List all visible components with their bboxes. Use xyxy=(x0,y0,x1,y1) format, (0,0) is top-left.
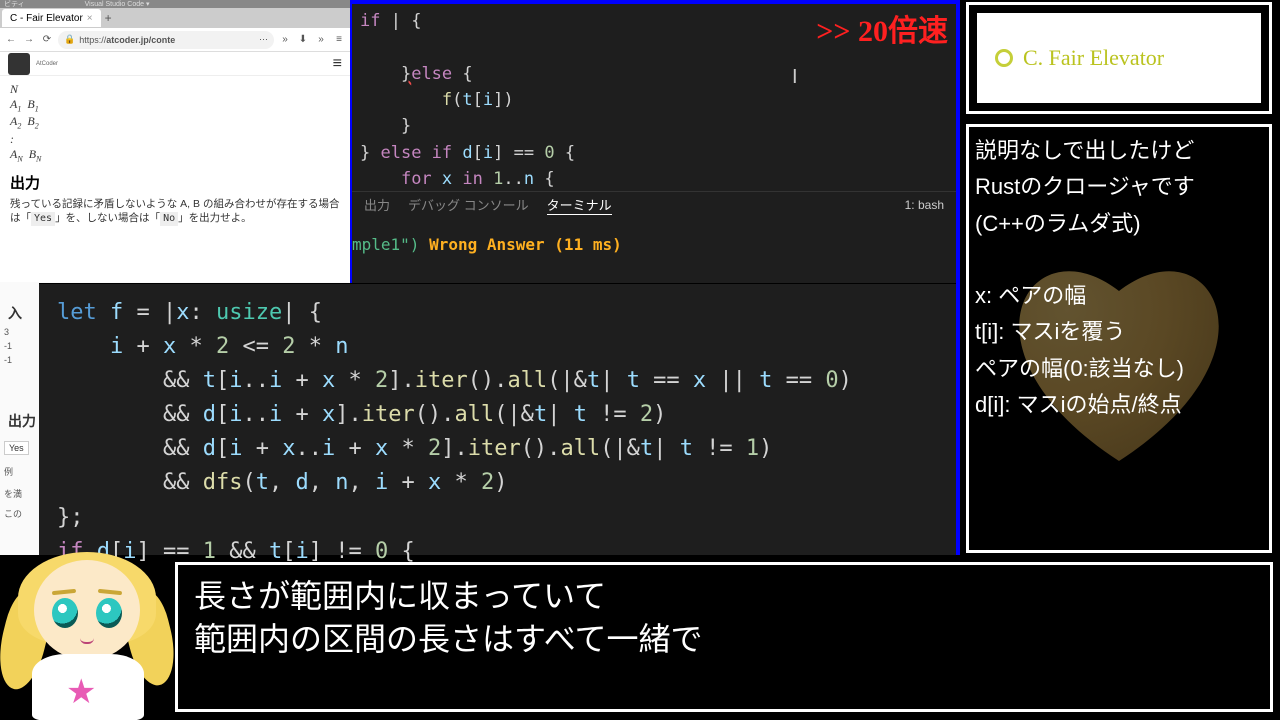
kono-label: この xyxy=(4,507,22,520)
right-title-inner: C. Fair Elevator xyxy=(977,13,1261,103)
url-text: https://atcoder.jp/conte xyxy=(79,35,175,45)
titlebar-vscode[interactable]: Visual Studio Code ▾ xyxy=(85,0,150,8)
speed-overlay: >> 20倍速 xyxy=(816,6,948,50)
output-text: 残っている記録に矛盾しないような A, B の組み合わせが存在する場合は「Yes… xyxy=(10,197,340,226)
yes-badge: Yes xyxy=(4,441,29,455)
example-label: 例 xyxy=(4,465,13,478)
wo-label: を満 xyxy=(4,487,22,500)
atcoder-logo[interactable] xyxy=(8,53,30,75)
code-overlay[interactable]: let f = |x: usize| { i + x * 2 <= 2 * n … xyxy=(39,283,956,555)
forward-icon[interactable]: → xyxy=(22,34,36,45)
reload-icon[interactable]: ⟳ xyxy=(40,34,54,45)
browser-tabbar: C - Fair Elevator × + — □ ○ xyxy=(0,8,350,28)
tab-debug-console[interactable]: デバッグ コンソール xyxy=(408,195,529,214)
terminal-tabs: 出力 デバッグ コンソール ターミナル 1: bash xyxy=(352,191,956,217)
problem-title: C. Fair Elevator xyxy=(1023,45,1164,71)
lock-icon: 🔒 xyxy=(64,34,75,45)
browser-titlebar: ビティ Visual Studio Code ▾ xyxy=(0,0,350,8)
terminal-wrong-answer: Wrong Answer (11 ms) xyxy=(419,235,621,254)
right-title-panel: C. Fair Elevator xyxy=(966,2,1272,114)
star-icon: ★ xyxy=(66,672,96,712)
tab-title: C - Fair Elevator xyxy=(10,13,83,24)
new-tab-button[interactable]: + xyxy=(105,11,112,25)
circle-icon xyxy=(995,49,1013,67)
hamburger-icon[interactable]: ≡ xyxy=(333,55,342,73)
subtitle-box: 長さが範囲内に収まっていて 範囲内の区間の長さはすべて一緒で xyxy=(175,562,1273,712)
gutter-3: 3 xyxy=(4,327,9,337)
window-controls: — □ ○ xyxy=(298,18,348,32)
browser-content[interactable]: AtCoder ≡ NA1 B1A2 B2:AN BN 出力 残っている記録に矛… xyxy=(0,52,350,282)
terminal-selector[interactable]: 1: bash xyxy=(905,198,944,212)
close-window-icon[interactable]: ○ xyxy=(334,18,348,32)
text-cursor-icon: I xyxy=(792,66,798,89)
gutter-neg1a: -1 xyxy=(4,341,12,351)
url-bar[interactable]: 🔒 https://atcoder.jp/conte ⋯ xyxy=(58,31,274,49)
gutter-neg1b: -1 xyxy=(4,355,12,365)
titlebar-left: ビティ xyxy=(4,0,25,9)
output-label2: 出力 xyxy=(8,411,36,431)
back-icon[interactable]: ← xyxy=(4,34,18,45)
problem-body: NA1 B1A2 B2:AN BN 出力 残っている記録に矛盾しないような A,… xyxy=(0,76,350,232)
minimize-icon[interactable]: — xyxy=(298,18,312,32)
tab-terminal[interactable]: ターミナル xyxy=(547,195,612,215)
subtitle-text: 長さが範囲内に収まっていて 範囲内の区間の長さはすべて一緒で xyxy=(194,575,1254,661)
maximize-icon[interactable]: □ xyxy=(316,18,330,32)
terminal-sample: mple1") xyxy=(352,235,419,254)
browser-window: ビティ Visual Studio Code ▾ C - Fair Elevat… xyxy=(0,0,350,285)
right-notes-panel: 説明なしで出したけど Rustのクロージャです (C++のラムダ式) x: ペア… xyxy=(966,124,1272,553)
left-gutter: 入 3 -1 -1 出力 Yes 例 を満 この xyxy=(0,283,39,555)
chevron-right-icon[interactable]: » xyxy=(278,34,292,45)
atcoder-logo-text: AtCoder xyxy=(36,61,58,67)
more-icon[interactable]: » xyxy=(314,34,328,45)
page-header: AtCoder ≡ xyxy=(0,52,350,76)
output-heading: 出力 xyxy=(10,172,340,193)
close-icon[interactable]: × xyxy=(87,13,93,24)
input-label: 入 xyxy=(8,303,22,323)
terminal-output[interactable]: mple1") Wrong Answer (11 ms) xyxy=(352,235,956,254)
avatar: ★ xyxy=(0,556,178,719)
menu-icon[interactable]: ≡ xyxy=(332,34,346,45)
notes-text: 説明なしで出したけど Rustのクロージャです (C++のラムダ式) x: ペア… xyxy=(975,133,1263,423)
download-icon[interactable]: ⬇ xyxy=(296,34,310,45)
tab-output[interactable]: 出力 xyxy=(364,195,390,214)
browser-tab-active[interactable]: C - Fair Elevator × xyxy=(2,9,101,27)
problem-input-vars: NA1 B1A2 B2:AN BN xyxy=(10,82,340,164)
